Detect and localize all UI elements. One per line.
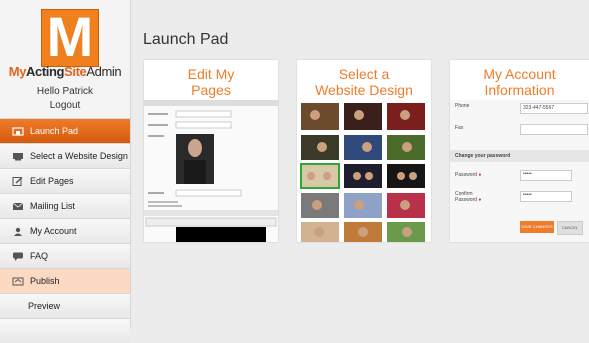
save-changes-button: SAVE CHANGES: [520, 221, 554, 233]
account-form-preview: Phone 323-447-5567 Fax Change your passw…: [450, 100, 589, 242]
sidebar-item-publish[interactable]: Publish: [0, 268, 130, 293]
card-select-design[interactable]: Select a Website Design: [297, 60, 431, 242]
page-title: Launch Pad: [143, 31, 229, 48]
sidebar-item-label: Mailing List: [30, 201, 76, 211]
sidebar-item-edit-pages[interactable]: Edit Pages: [0, 168, 130, 193]
confirm-password-label: Confirm Password ●: [455, 191, 482, 203]
sidebar-item-mailing-list[interactable]: Mailing List: [0, 193, 130, 218]
sidebar-item-select-design[interactable]: Select a Website Design: [0, 143, 130, 168]
sidebar-item-label: Launch Pad: [30, 126, 79, 136]
logo-part-acting: Acting: [26, 64, 65, 79]
change-password-title: Change your password: [455, 153, 511, 159]
sidebar-item-label: Publish: [30, 276, 60, 286]
confirm-password-value: •••••: [523, 192, 532, 198]
sidebar-item-my-account[interactable]: My Account: [0, 218, 130, 243]
logo-mark[interactable]: M: [41, 5, 99, 68]
sidebar-item-faq[interactable]: FAQ: [0, 243, 130, 268]
card-title-line1: Edit My: [187, 66, 235, 82]
logo-wordmark[interactable]: MyActingSiteAdmin: [0, 64, 130, 79]
sidebar-item-label: Edit Pages: [30, 176, 74, 186]
logout-link[interactable]: Logout: [0, 100, 130, 111]
chat-icon: [13, 252, 23, 261]
card-title-line2: Pages: [191, 82, 231, 98]
card-title-line2: Information: [484, 82, 555, 98]
password-field: •••••: [520, 170, 572, 181]
design-grid-preview: [297, 100, 431, 242]
phone-value: 323-447-5567: [523, 105, 555, 111]
phone-label: Phone: [455, 103, 470, 109]
sidebar-item-label: FAQ: [30, 251, 49, 261]
change-password-header: Change your password: [450, 150, 589, 162]
sidebar-item-label: My Account: [30, 226, 77, 236]
user-greeting: Hello Patrick: [36, 86, 94, 97]
card-account-info[interactable]: My Account Information Phone 323-447-556…: [450, 60, 589, 242]
logo-letter: M: [46, 5, 94, 68]
fax-label: Fax: [455, 125, 464, 131]
edit-pages-preview: [144, 100, 278, 242]
card-title-line1: Select a: [338, 66, 390, 82]
confirm-password-field: •••••: [520, 191, 572, 202]
sidebar: M MyActingSiteAdmin Hello Patrick Logout…: [0, 0, 131, 343]
sidebar-item-label: Preview: [28, 301, 61, 311]
sidebar-item-preview[interactable]: Preview: [0, 293, 130, 318]
logo-part-my: My: [8, 64, 27, 79]
card-title-select-design: Select a Website Design: [297, 60, 431, 98]
password-value: •••••: [523, 171, 532, 177]
password-label: Password ●: [455, 172, 482, 178]
design-thumbnails: [300, 103, 425, 242]
monitor-icon: [13, 152, 23, 160]
card-title-account: My Account Information: [450, 60, 589, 98]
card-edit-pages[interactable]: Edit My Pages: [144, 60, 278, 242]
sidebar-nav: Launch Pad Select a Website Design Edit …: [0, 118, 130, 343]
card-title-line1: My Account: [483, 66, 556, 82]
home-icon: [12, 126, 24, 136]
card-title-edit-pages: Edit My Pages: [144, 60, 278, 98]
user-icon: [14, 227, 22, 236]
sidebar-item-label: Select a Website Design: [30, 151, 128, 161]
sidebar-item-next[interactable]: [0, 318, 130, 343]
envelope-icon: [12, 202, 24, 210]
logo-part-admin: Admin: [86, 64, 122, 79]
publish-icon: [12, 277, 24, 285]
fax-field: [520, 124, 588, 135]
sidebar-item-launch-pad[interactable]: Launch Pad: [0, 118, 130, 143]
phone-field: 323-447-5567: [520, 103, 588, 114]
cancel-button: CANCEL: [557, 221, 583, 235]
logo-part-site: Site: [64, 64, 87, 79]
edit-pages-thumbnail: [144, 100, 278, 242]
edit-icon: [12, 176, 23, 186]
card-title-line2: Website Design: [315, 82, 413, 98]
